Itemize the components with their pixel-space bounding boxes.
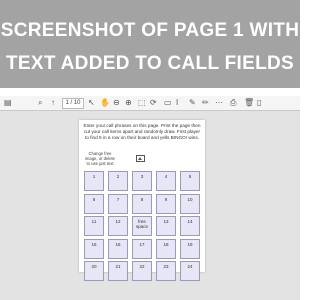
headline-line-2: TEXT ADDED TO CALL FIELDS <box>6 53 294 74</box>
call-field[interactable]: 8 <box>132 193 152 214</box>
image-note-field[interactable]: Change free image, or delete to use just… <box>83 151 117 166</box>
page-up-icon[interactable]: ↑ <box>51 97 55 109</box>
text-icon[interactable]: I <box>176 97 178 109</box>
pdf-page: Enter your call phrases on this page. Pr… <box>79 120 205 281</box>
call-field[interactable]: 10 <box>180 193 200 214</box>
bingo-grid: 1 2 3 4 5 6 7 8 9 10 11 12 free space 13… <box>84 171 200 281</box>
call-field[interactable]: 23 <box>156 261 176 281</box>
search-icon[interactable]: ⌕ <box>38 97 42 109</box>
call-field[interactable]: 20 <box>84 261 104 281</box>
call-field[interactable]: 9 <box>156 193 176 214</box>
page-down-icon[interactable]: ▯ <box>257 97 261 109</box>
call-field[interactable]: 15 <box>84 238 104 259</box>
call-field[interactable]: 7 <box>108 193 128 214</box>
call-field[interactable]: 18 <box>156 238 176 259</box>
call-field[interactable]: 19 <box>180 238 200 259</box>
highlight-icon[interactable]: ✎ <box>189 97 196 109</box>
pdf-toolbar: ▤ ⌕ ↑ 1 / 10 ↖ ✋ ⊖ ⊕ ⬚ ⟳ ▭ I ✎ ✏ ⋯ ⎙ 🗑 ▯ <box>0 96 300 111</box>
more-icon[interactable]: ⋯ <box>215 97 223 109</box>
free-space-field[interactable]: free space <box>132 216 152 236</box>
call-field[interactable]: 3 <box>132 171 152 191</box>
call-field[interactable]: 21 <box>108 261 128 281</box>
call-field[interactable]: 5 <box>180 171 200 191</box>
call-field[interactable]: 16 <box>108 238 128 259</box>
headline-line-1: SCREENSHOT OF PAGE 1 WITH <box>0 20 300 41</box>
call-field[interactable]: 13 <box>156 216 176 236</box>
hand-icon[interactable]: ✋ <box>100 97 110 109</box>
call-field[interactable]: 24 <box>180 261 200 281</box>
instructions-text: Enter your call phrases on this page. Pr… <box>83 123 201 140</box>
rotate-icon[interactable]: ⟳ <box>150 97 157 109</box>
call-field[interactable]: 11 <box>84 216 104 236</box>
call-field[interactable]: 6 <box>84 193 104 214</box>
fit-icon[interactable]: ⬚ <box>138 97 146 109</box>
print-icon[interactable]: ⎙ <box>230 97 236 109</box>
image-icon[interactable] <box>136 155 145 162</box>
call-field[interactable]: 12 <box>108 216 128 236</box>
call-field[interactable]: 17 <box>132 238 152 259</box>
call-field[interactable]: 1 <box>84 171 104 191</box>
draw-icon[interactable]: ✏ <box>202 97 209 109</box>
zoom-out-icon[interactable]: ⊖ <box>113 97 120 109</box>
call-field[interactable]: 4 <box>156 171 176 191</box>
call-field[interactable]: 14 <box>180 216 200 236</box>
call-field[interactable]: 22 <box>132 261 152 281</box>
page-number-field[interactable]: 1 / 10 <box>62 98 84 109</box>
call-field[interactable]: 2 <box>108 171 128 191</box>
zoom-in-icon[interactable]: ⊕ <box>125 97 132 109</box>
select-icon[interactable]: ↖ <box>88 97 95 109</box>
delete-icon[interactable]: 🗑 <box>244 97 254 109</box>
comment-icon[interactable]: ▭ <box>164 97 172 109</box>
sidebar-icon[interactable]: ▤ <box>4 97 12 109</box>
